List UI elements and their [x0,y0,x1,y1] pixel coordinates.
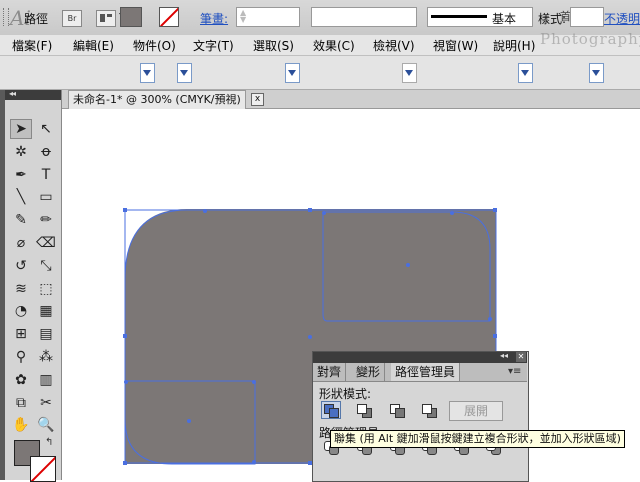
arrange-documents-icon[interactable] [96,10,116,27]
graphic-style-field[interactable] [570,7,604,27]
swap-fill-stroke-icon[interactable]: ↰ [45,437,53,448]
graphic-style-dropdown[interactable] [589,63,604,83]
stroke-weight-dropdown[interactable] [285,63,300,83]
exclude-icon-overlap [422,404,432,414]
collapse-tools-icon[interactable]: ◂◂ [9,89,16,98]
expand-button[interactable]: 展開 [449,401,503,421]
control-bar-grip[interactable] [3,8,9,26]
stroke-profile-preview [431,15,487,18]
paintbrush-tool-icon[interactable]: ✎ [10,210,32,230]
tab-transform[interactable]: 變形 [352,363,386,381]
intersect-icon-overlap [395,408,405,418]
warp-tool-icon[interactable]: ≋ [10,279,32,299]
zoom-tool-icon[interactable]: 🔍 [35,415,57,435]
menu-select[interactable]: 選取(S) [253,37,294,54]
bridge-button[interactable]: Br [62,10,82,27]
stroke-profile-dropdown[interactable] [518,63,533,83]
free-transform-tool-icon[interactable]: ⬚ [35,279,57,299]
unite-button[interactable] [321,401,341,419]
unite-icon-overlap [329,408,339,418]
eraser-tool-icon[interactable]: ⌫ [35,233,57,253]
pen-tool-icon[interactable]: ✒ [10,165,32,185]
minus-front-icon-overlap [357,404,367,414]
shape-builder-tool-icon[interactable]: ◔ [10,301,32,321]
rectangle-tool-icon[interactable]: ▭ [35,187,57,207]
brush-definition-dropdown[interactable] [402,63,417,83]
blend-tool-icon[interactable]: ⁂ [35,347,57,367]
tab-align[interactable]: 對齊 [313,363,347,381]
stroke-color-swatch[interactable] [159,7,179,27]
menu-effect[interactable]: 效果(C) [313,37,355,54]
stroke-panel-link[interactable]: 筆畫: [200,10,228,27]
lasso-tool-icon[interactable]: ꝋ [35,142,57,162]
tab-pathfinder[interactable]: 路徑管理員 [391,363,461,381]
stroke-color-indicator[interactable] [30,456,56,482]
scale-tool-icon[interactable]: ⤡ [35,256,57,276]
stroke-color-dropdown[interactable] [177,63,192,83]
stroke-profile-name: 基本 [492,12,517,26]
minus-front-button[interactable] [354,401,374,419]
menu-window[interactable]: 視窗(W) [433,37,478,54]
slice-tool-icon[interactable]: ✂ [35,393,57,413]
pathfinder-panel-header[interactable] [313,352,527,363]
close-panel-icon[interactable]: ✕ [516,352,526,362]
close-document-icon[interactable]: x [251,93,264,106]
menu-help[interactable]: 說明(H) [493,37,535,54]
rotate-tool-icon[interactable]: ↺ [10,256,32,276]
watermark: Photography [540,30,640,48]
intersect-button[interactable] [387,401,407,419]
selection-type-label: 路徑 [24,12,49,26]
pencil-tool-icon[interactable]: ✏ [35,210,57,230]
selection-tool-icon[interactable]: ➤ [10,119,32,139]
exclude-button[interactable] [419,401,439,419]
artboard-tool-icon[interactable]: ⧉ [10,393,32,413]
fill-color-swatch[interactable] [120,7,142,27]
column-graph-tool-icon[interactable]: ▥ [35,370,57,390]
menu-file[interactable]: 檔案(F) [12,37,52,54]
shape-modes-label: 形狀模式: [319,387,372,401]
blob-brush-tool-icon[interactable]: ⌀ [10,233,32,253]
type-tool-icon[interactable]: T [35,165,57,185]
menu-view[interactable]: 檢視(V) [373,37,415,54]
direct-selection-tool-icon[interactable]: ↖ [35,119,57,139]
collapse-panel-icon[interactable]: ◂◂ [500,351,508,360]
control-bar [0,56,640,90]
mesh-tool-icon[interactable]: ⊞ [10,324,32,344]
brush-definition-field[interactable] [311,7,417,27]
menu-edit[interactable]: 編輯(E) [73,37,114,54]
perspective-grid-tool-icon[interactable]: ▦ [35,301,57,321]
symbol-sprayer-tool-icon[interactable]: ✿ [10,370,32,390]
magic-wand-tool-icon[interactable]: ✲ [10,142,32,162]
menu-type[interactable]: 文字(T) [193,37,234,54]
document-tab[interactable]: 未命名-1* @ 300% (CMYK/預視) [68,90,246,109]
hand-tool-icon[interactable]: ✋ [10,415,32,435]
menu-object[interactable]: 物件(O) [133,37,176,54]
graphic-style-label: 樣式: [538,12,567,26]
fill-color-dropdown[interactable] [140,63,155,83]
eyedropper-tool-icon[interactable]: ⚲ [10,347,32,367]
stroke-weight-stepper[interactable]: ▲ ▼ [240,9,250,24]
panel-menu-icon[interactable]: ▾≡ [508,366,521,377]
line-segment-tool-icon[interactable]: ╲ [10,187,32,207]
gradient-tool-icon[interactable]: ▤ [35,324,57,344]
unite-tooltip: 聯集 (用 Alt 鍵加滑鼠按鍵建立複合形狀，並加入形狀區域) [330,430,625,448]
opacity-link[interactable]: 不透明 [604,10,640,27]
